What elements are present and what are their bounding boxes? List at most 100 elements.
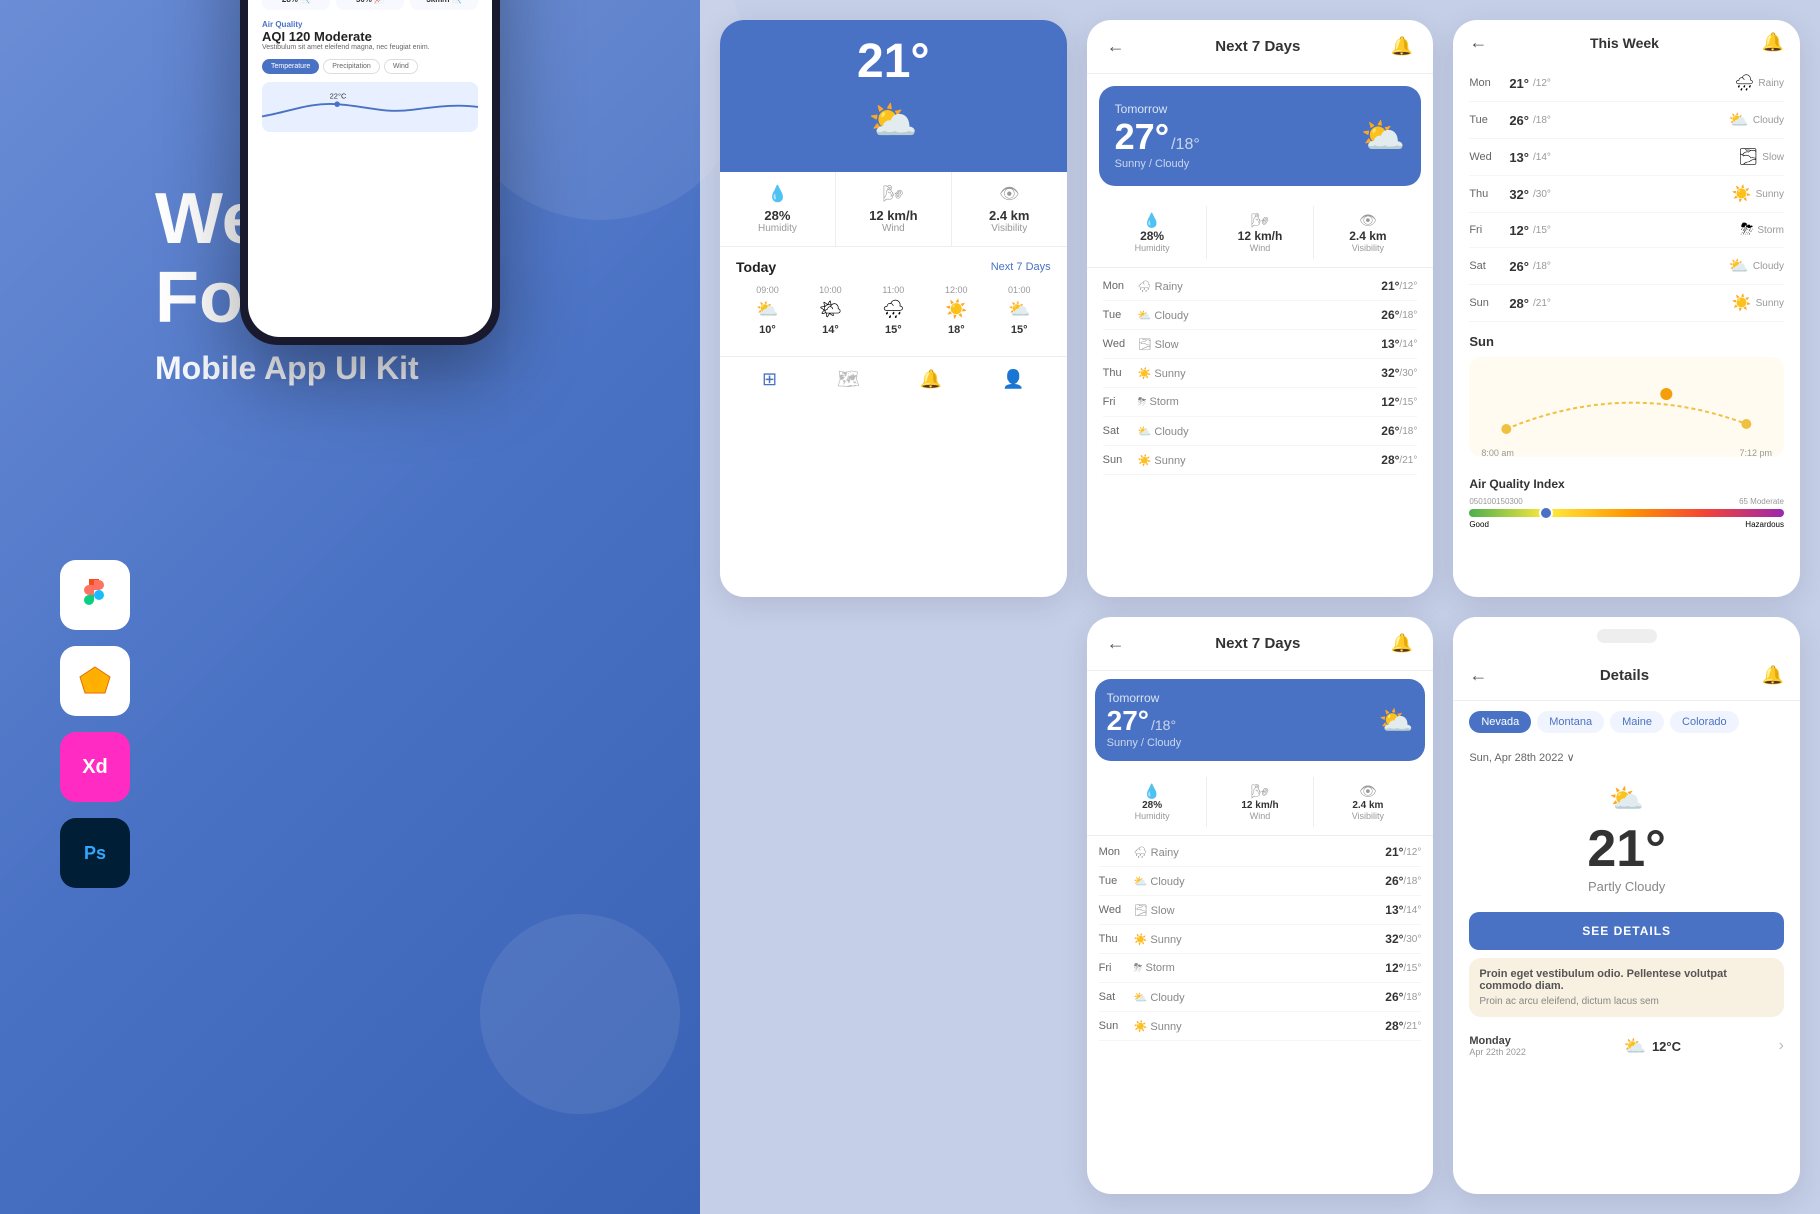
aqi-section: Air Quality Index 050100150300 65 Modera…	[1453, 469, 1800, 537]
stat-humidity: 💧 28% Humidity	[720, 172, 836, 246]
deco-circle-2	[480, 914, 680, 1114]
nav-person[interactable]: 👤	[1002, 369, 1024, 390]
tab-wind[interactable]: Wind	[384, 59, 418, 74]
details-back[interactable]: ←	[1469, 665, 1487, 686]
wd-mon: Mon 21° /12° 🌧 Rainy	[1469, 65, 1784, 102]
xd-icon[interactable]: Xd	[60, 732, 130, 802]
sun-label: Sun	[1469, 334, 1784, 349]
tomorrow-condition: Sunny / Cloudy	[1115, 158, 1200, 170]
s4-sun: Sun ☀️ Sunny 28° /21°	[1099, 1012, 1422, 1041]
screen1-weather-icon: ⛅	[736, 97, 1051, 144]
week-row-fri: Fri ⛈ Storm 12° /15°	[1103, 388, 1418, 417]
week-row-tue: Tue ⛅ Cloudy 26° /18°	[1103, 301, 1418, 330]
next7-link[interactable]: Next 7 Days	[991, 261, 1051, 273]
see-details-button[interactable]: SEE DETAILS	[1469, 912, 1784, 950]
bell-icon[interactable]: 🔔	[1391, 36, 1413, 57]
s4-thu: Thu ☀️ Sunny 32° /30°	[1099, 925, 1422, 954]
tomorrow-label: Tomorrow	[1115, 102, 1200, 116]
screen3-header: ← This Week 🔔	[1453, 20, 1800, 65]
tab-colorado[interactable]: Colorado	[1670, 711, 1739, 733]
s4-mon: Mon 🌧 Rainy 21° /12°	[1099, 838, 1422, 867]
s2-humidity: 💧 28% Humidity	[1099, 206, 1207, 259]
screen3-title: This Week	[1590, 35, 1659, 51]
phone-mockup: ← New York Sun, Apr 28th 2022 🔔 Upcoming…	[240, 0, 500, 345]
screen4-header: ← Next 7 Days 🔔	[1087, 617, 1434, 671]
screen1-header: 21° ⛅	[720, 20, 1067, 172]
aqi-bar	[1469, 509, 1784, 517]
s4-tue: Tue ⛅ Cloudy 26° /18°	[1099, 867, 1422, 896]
screen3-week-detail: Mon 21° /12° 🌧 Rainy Tue 26° /18° ⛅ Clou…	[1453, 65, 1800, 322]
screen2-header: ← Next 7 Days 🔔	[1087, 20, 1434, 74]
screen4-stats: 💧 28% Humidity 🌬 12 km/h Wind 👁 2.4 km V…	[1087, 769, 1434, 836]
location-tabs: Nevada Montana Maine Colorado	[1453, 701, 1800, 743]
figma-icon[interactable]	[60, 560, 130, 630]
wd-sun: Sun 28° /21° ☀️ Sunny	[1469, 285, 1784, 322]
wd-tue: Tue 26° /18° ⛅ Cloudy	[1469, 102, 1784, 139]
screen2-week-list: Mon 🌧 Rainy 21° /12° Tue ⛅ Cloudy 26° /1…	[1087, 268, 1434, 479]
svg-text:22°C: 22°C	[330, 92, 347, 101]
wd-sat: Sat 26° /18° ⛅ Cloudy	[1469, 248, 1784, 285]
bell-icon-s3[interactable]: 🔔	[1762, 32, 1784, 53]
hour-12: 12:00 ☀️ 18°	[925, 285, 988, 336]
tomorrow-icon-2: ⛅	[1378, 704, 1413, 737]
hour-09: 09:00 ⛅ 10°	[736, 285, 799, 336]
screen4-title: Next 7 Days	[1215, 635, 1300, 652]
week-row-thu: Thu ☀️ Sunny 32° /30°	[1103, 359, 1418, 388]
screen-this-week: ← This Week 🔔 Mon 21° /12° 🌧 Rainy Tue 2…	[1453, 20, 1800, 597]
week-row-sat: Sat ⛅ Cloudy 26° /18°	[1103, 417, 1418, 446]
details-date: Sun, Apr 28th 2022 ∨	[1453, 743, 1800, 772]
notif-text: Proin eget vestibulum odio. Pellentese v…	[1479, 968, 1774, 992]
monday-icon: ⛅	[1624, 1036, 1646, 1057]
ps-icon[interactable]: Ps	[60, 818, 130, 888]
details-weather-icon: ⛅	[1469, 782, 1784, 815]
monday-date: Apr 22th 2022	[1469, 1047, 1526, 1057]
phone-frame: ← New York Sun, Apr 28th 2022 🔔 Upcoming…	[240, 0, 500, 345]
back-arrow-s4[interactable]: ←	[1107, 633, 1125, 654]
monday-label: Monday	[1469, 1035, 1526, 1047]
stat-humidity: Humidity 50% 📈	[336, 0, 404, 10]
screen1-temp: 21°	[736, 34, 1051, 89]
aqi-marker	[1539, 506, 1553, 520]
s4-sat: Sat ⛅ Cloudy 26° /18°	[1099, 983, 1422, 1012]
tab-nevada[interactable]: Nevada	[1469, 711, 1531, 733]
tomorrow-icon: ⛅	[1361, 115, 1406, 157]
phone-screen: ← New York Sun, Apr 28th 2022 🔔 Upcoming…	[248, 0, 492, 337]
week-row-sun: Sun ☀️ Sunny 28° /21°	[1103, 446, 1418, 475]
stat-visibility: 👁 2.4 km Visibility	[952, 172, 1067, 246]
monday-arrow[interactable]: ›	[1779, 1037, 1784, 1055]
week-row-wed: Wed 🌫 Slow 13° /14°	[1103, 330, 1418, 359]
bottom-nav: ⊞ 🗺 🔔 👤	[720, 356, 1067, 402]
details-temp-section: ⛅ 21° Partly Cloudy	[1453, 772, 1800, 904]
nav-home[interactable]: ⊞	[762, 369, 777, 390]
tab-precipitation[interactable]: Precipitation	[323, 59, 380, 74]
details-header: ← Details 🔔	[1453, 651, 1800, 701]
sun-times: 8:00 am 7:12 pm	[1481, 448, 1772, 458]
details-title: Details	[1600, 667, 1649, 684]
sketch-icon[interactable]	[60, 646, 130, 716]
bell-icon-s4[interactable]: 🔔	[1391, 633, 1413, 654]
details-bell[interactable]: 🔔	[1762, 665, 1784, 686]
stat-wind: Wind 3km/h 📉	[410, 0, 478, 10]
page-subtitle: Mobile App UI Kit	[155, 350, 680, 387]
tab-montana[interactable]: Montana	[1537, 711, 1604, 733]
stat-wind: 🌬 12 km/h Wind	[836, 172, 952, 246]
nav-map[interactable]: 🗺	[837, 369, 860, 390]
nav-bell[interactable]: 🔔	[920, 369, 942, 390]
screen-7days-2: ← Next 7 Days 🔔 Tomorrow 27° /18° Sunny …	[1087, 617, 1434, 1194]
phone-chart: 22°C 05 am06 am07 am08 am09 am10 am11 am	[262, 82, 478, 132]
sun-section: Sun 8:00 am 7:12 pm	[1453, 322, 1800, 469]
stat-precipitation: Precipitation 28% 📉	[262, 0, 330, 10]
back-arrow[interactable]: ←	[1107, 36, 1125, 57]
back-arrow-s3[interactable]: ←	[1469, 32, 1487, 53]
screen4-week-list: Mon 🌧 Rainy 21° /12° Tue ⛅ Cloudy 26° /1…	[1087, 836, 1434, 1043]
s4-fri: Fri ⛈ Storm 12° /15°	[1099, 954, 1422, 983]
today-label: Today	[736, 259, 776, 275]
hour-13: 01:00 ⛅ 15°	[988, 285, 1051, 336]
sunrise-time: 8:00 am	[1481, 448, 1514, 458]
notch-bar	[1597, 629, 1657, 643]
phone-tabs: Temperature Precipitation Wind	[262, 59, 478, 74]
tab-maine[interactable]: Maine	[1610, 711, 1664, 733]
tab-temperature[interactable]: Temperature	[262, 59, 319, 74]
details-condition: Partly Cloudy	[1469, 879, 1784, 894]
aqi-scale: 050100150300 65 Moderate	[1469, 497, 1784, 506]
